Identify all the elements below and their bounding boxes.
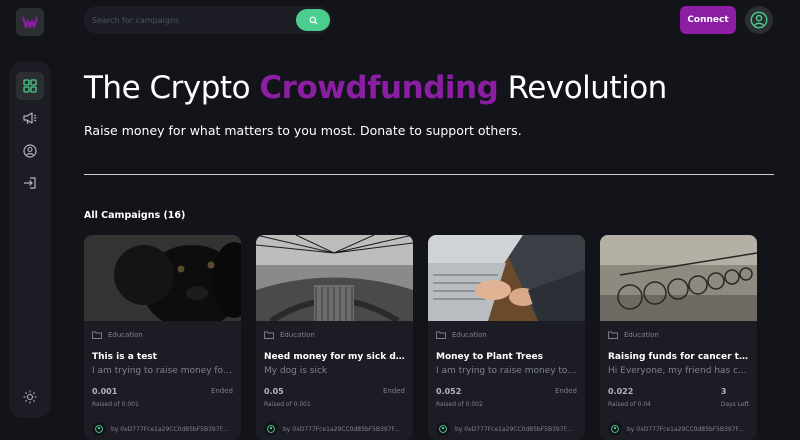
logo-icon (22, 16, 38, 28)
campaign-status: Ended (211, 387, 233, 395)
campaign-owner: by 0xD777Fce1a29CC0d85bF5B397F... (92, 422, 241, 436)
app-logo[interactable] (16, 8, 44, 36)
owner-address: by 0xD777Fce1a29CC0d85bF5B397F... (283, 425, 400, 433)
divider (84, 174, 774, 175)
hero-subtitle: Raise money for what matters to you most… (84, 123, 522, 138)
dashboard-icon (23, 79, 37, 93)
owner-avatar (436, 422, 450, 436)
user-icon (95, 425, 103, 433)
days-left-count: 3 (720, 387, 727, 396)
folder-icon (608, 331, 618, 339)
campaign-status: Ended (555, 387, 577, 395)
category-label: Education (280, 331, 315, 339)
campaign-card[interactable]: Education Money to Plant Trees I am tryi… (428, 235, 585, 440)
campaign-amount: 0.001 (92, 387, 118, 396)
campaign-amount: 0.05 (264, 387, 284, 396)
folder-icon (92, 331, 102, 339)
campaign-status: Ended (383, 387, 405, 395)
campaign-category: Education (264, 331, 315, 339)
campaign-description: Hi Everyone, my friend has cancer (608, 366, 751, 376)
user-icon (611, 425, 619, 433)
sidebar-item-campaigns[interactable] (16, 104, 44, 132)
campaign-image-bicycles (600, 235, 757, 321)
campaign-raised-of: Raised of 0.04 (608, 401, 651, 408)
sidebar-item-profile[interactable] (16, 137, 44, 165)
search-button[interactable] (296, 9, 330, 31)
hero-title: The Crypto Crowdfunding Revolution (84, 70, 667, 106)
days-left-label: Days Left (720, 401, 749, 408)
campaign-title: This is a test (92, 352, 157, 362)
campaign-description: My dog is sick (264, 366, 328, 376)
campaign-owner: by 0xD777Fce1a29CC0d85bF5B397F... (264, 422, 413, 436)
profile-avatar-button[interactable] (745, 6, 773, 34)
hero-title-start: The Crypto (84, 70, 260, 106)
campaigns-heading: All Campaigns (16) (84, 210, 186, 221)
theme-toggle[interactable] (16, 383, 44, 411)
profile-icon (23, 144, 37, 158)
campaign-category: Education (608, 331, 659, 339)
campaign-amount: 0.052 (436, 387, 462, 396)
campaign-card[interactable]: Education This is a test I am trying to … (84, 235, 241, 440)
owner-address: by 0xD777Fce1a29CC0d85bF5B397F... (111, 425, 228, 433)
owner-address: by 0xD777Fce1a29CC0d85bF5B397F... (627, 425, 744, 433)
sidebar-item-dashboard[interactable] (16, 72, 44, 100)
folder-icon (436, 331, 446, 339)
status-label: Ended (210, 387, 233, 395)
campaign-card[interactable]: Education Need money for my sick dog My … (256, 235, 413, 440)
campaign-category: Education (92, 331, 143, 339)
search-input[interactable] (92, 12, 292, 28)
sidebar-item-logout[interactable] (16, 169, 44, 197)
owner-avatar (608, 422, 622, 436)
owner-avatar (92, 422, 106, 436)
status-label: Ended (554, 387, 577, 395)
sidebar (9, 61, 51, 418)
campaign-raised-of: Raised of 0.001 (92, 401, 139, 408)
campaign-title: Money to Plant Trees (436, 352, 544, 362)
logout-icon (24, 177, 36, 189)
category-label: Education (624, 331, 659, 339)
user-icon (267, 425, 275, 433)
campaign-raised-of: Raised of 0.002 (436, 401, 483, 408)
campaign-amount: 0.022 (608, 387, 634, 396)
campaign-image-laptop-typing (428, 235, 585, 321)
campaign-raised-of: Raised of 0.001 (264, 401, 311, 408)
campaign-title: Need money for my sick dog (264, 352, 407, 362)
campaign-owner: by 0xD777Fce1a29CC0d85bF5B397F... (608, 422, 757, 436)
owner-address: by 0xD777Fce1a29CC0d85bF5B397F... (455, 425, 572, 433)
campaign-title: Raising funds for cancer treatment (608, 352, 751, 362)
campaign-image-black-dog (84, 235, 241, 321)
search-bar (84, 6, 332, 34)
campaign-description: I am trying to raise money to plant tree… (436, 366, 579, 376)
category-label: Education (108, 331, 143, 339)
user-icon (439, 425, 447, 433)
status-label: Ended (382, 387, 405, 395)
connect-button[interactable]: Connect (680, 6, 736, 34)
hero-title-end: Revolution (498, 70, 668, 106)
folder-icon (264, 331, 274, 339)
campaign-image-city-skyline (256, 235, 413, 321)
campaign-card[interactable]: Education Raising funds for cancer treat… (600, 235, 757, 440)
category-label: Education (452, 331, 487, 339)
campaign-category: Education (436, 331, 487, 339)
search-icon (308, 15, 318, 25)
hero-title-accent: Crowdfunding (259, 70, 499, 106)
owner-avatar (264, 422, 278, 436)
megaphone-icon (23, 112, 37, 125)
sun-icon (23, 390, 37, 404)
campaign-owner: by 0xD777Fce1a29CC0d85bF5B397F... (436, 422, 585, 436)
user-avatar-icon (750, 11, 768, 29)
campaign-status: 3 Days Left (721, 387, 749, 408)
campaign-description: I am trying to raise money for a project (92, 366, 235, 376)
